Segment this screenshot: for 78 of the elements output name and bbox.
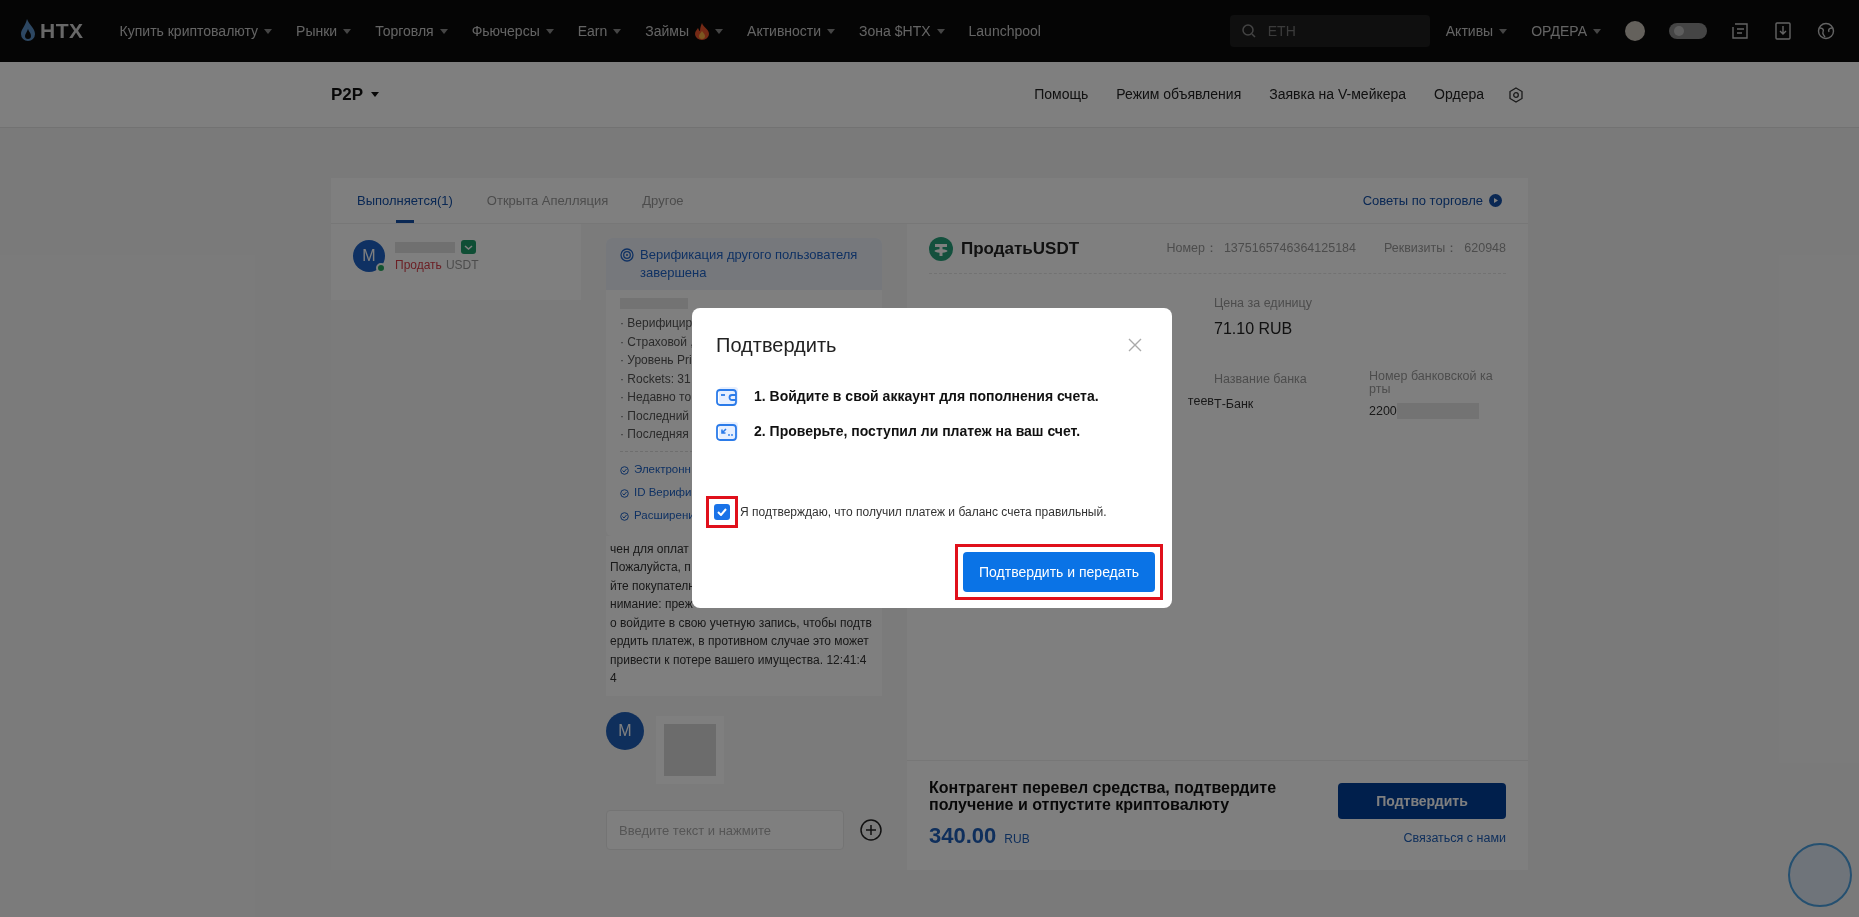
bank-name: Т-Банк [1214,395,1255,413]
plus-circle-icon[interactable] [860,819,882,841]
play-icon [1489,194,1502,207]
nav-menu-item[interactable]: Активности [747,20,836,42]
receive-icon [716,421,738,442]
message-line: нимание: преж [610,596,693,613]
message-line: йте покупателн [610,577,695,595]
tether-icon [929,236,953,261]
check-icon [717,508,727,516]
step-text: 1. Войдите в свой аккаунт для пополнения счета. [754,387,1099,406]
order-title: ПродатьUSDT [961,237,1080,260]
detail-line: · Верифицир [620,315,693,332]
nav-menu-item[interactable]: Займы [645,20,724,42]
nav-menu-item[interactable]: Активы [1445,20,1508,42]
user-avatar: M [606,711,644,750]
header-link[interactable]: Заявка на V-мейкера [1269,84,1407,105]
nav-menu-item[interactable]: Фьючерсы [471,20,554,42]
detail-line: · Недавно то [620,389,692,406]
trade-side: Продать [395,257,442,274]
nav-menu-item[interactable]: ОРДЕРА [1531,20,1601,42]
field-value: теев [1187,393,1214,410]
wallet-icon [716,386,738,407]
message-line: привести к потере вашего имущества. 12:41:4 [610,651,867,669]
orders-icon[interactable] [1731,22,1749,40]
header-link[interactable]: Ордера [1434,84,1484,105]
detail-line: · Уровень Pri [620,352,692,369]
tab-indicator [395,220,414,223]
nav-menu-item[interactable]: Зона $HTX [859,20,945,42]
globe-icon[interactable] [1817,22,1835,40]
confirm-button[interactable]: Подтвердить [1338,783,1506,820]
message-line: ердить платеж, в противном случае это может [610,633,869,650]
verification-title: Верификация другого пользователя завершена [640,246,859,282]
verification-item: ID Верифи [634,485,692,501]
currency: RUB [1004,831,1030,848]
header-link[interactable]: Режим объявления [1116,84,1242,105]
target-icon [620,248,634,262]
nav-menu-item[interactable]: Earn [577,20,622,42]
verified-shield-icon [461,240,476,254]
detail-line: · Последняя [620,426,689,443]
logo-text[interactable]: HTX [40,15,84,47]
message-line: Пожалуйста, п [610,559,691,576]
detail-line: · Страховой , [620,333,694,351]
detail-line: · Последний [620,407,690,425]
tips-link[interactable]: Советы по торговле [1362,178,1502,223]
message-line: чен для оплат [610,540,689,558]
download-icon[interactable] [1775,22,1791,40]
action-message: Контрагент перевел средства, подтвердите получение и отпустите криптовалюту [929,779,1278,813]
toggle-icon[interactable] [1669,23,1707,39]
p2p-menu[interactable]: P2P [331,81,380,108]
checkbox[interactable] [714,504,730,520]
close-icon[interactable] [1128,338,1142,352]
header-link[interactable]: Помощь [1034,84,1089,105]
message-line: о войдите в свою учетную запись, чтобы подтв [610,614,872,632]
user-avatar[interactable] [1625,21,1645,41]
contact-link[interactable]: Связаться с нами [1403,829,1506,848]
user-avatar: M [353,240,385,272]
check-circle-icon [620,488,629,498]
nav-menu-item[interactable]: Рынки [296,20,352,42]
nav-menu-item[interactable]: Торговля [375,20,448,42]
checkbox-label: Я подтверждаю, что получил платеж и баланс счета правильный. [740,504,1107,521]
check-circle-icon [620,511,629,521]
verification-item: Электронн [634,462,691,478]
flame-logo-icon [20,19,36,43]
amount: 340.00 [929,822,997,850]
card-number: 2200 [1369,403,1397,420]
dialog-title: Подтвердить [716,333,837,358]
nav-menu-item[interactable]: Купить криптовалюту [119,20,273,42]
detail-line: · Rockets: 31 [620,370,691,388]
tab[interactable]: Выполняется(1) [357,178,453,223]
price-value: 71.10 RUB [1214,318,1294,339]
message-line: 4 [610,670,617,687]
caret-icon [371,92,380,97]
search-icon [1241,24,1256,38]
nav-menu-item[interactable]: Launchpool [968,20,1041,42]
step-text: 2. Проверьте, поступил ли платеж на ваш счет. [754,422,1081,441]
settings-icon[interactable] [1508,86,1524,103]
confirm-transfer-button[interactable]: Подтвердить и передать [963,552,1155,592]
check-circle-icon [620,465,629,475]
